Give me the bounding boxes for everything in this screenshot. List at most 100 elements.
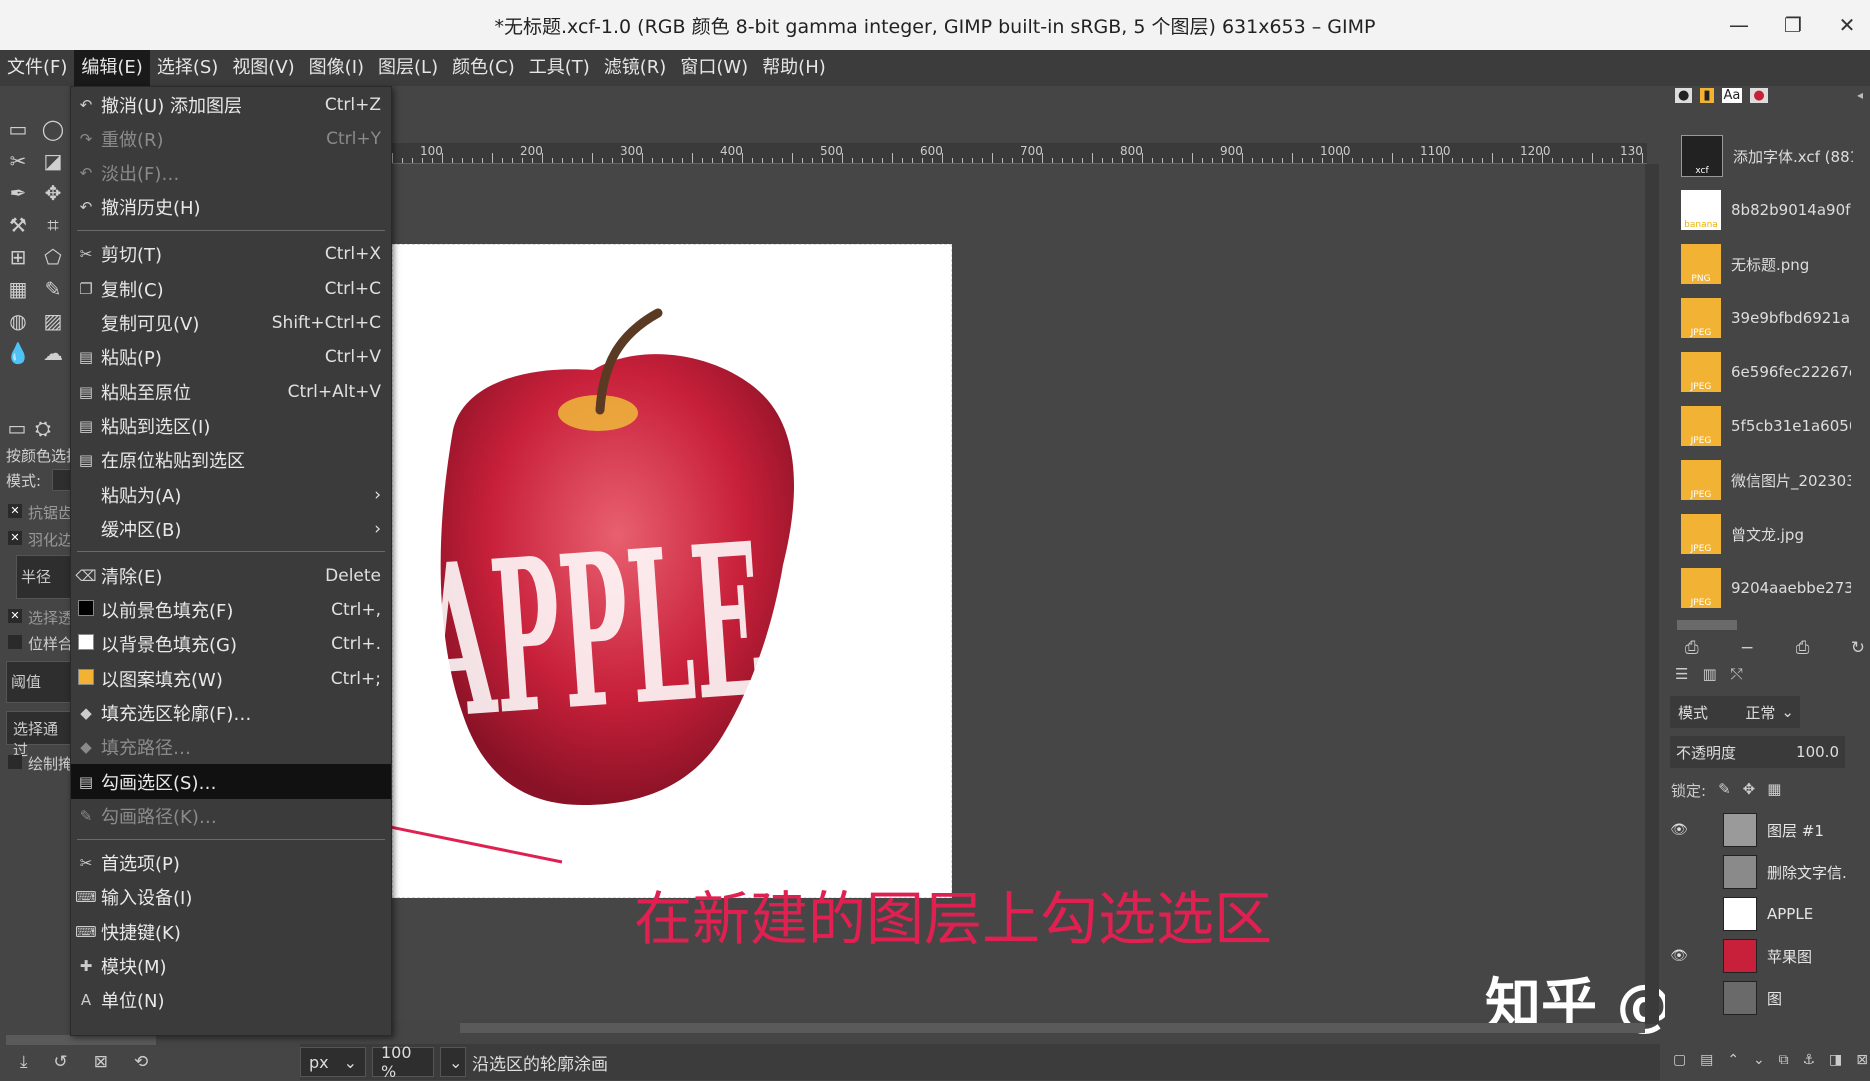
zoom-field[interactable]: 100 %: [372, 1043, 434, 1081]
layer-mode-selector[interactable]: 模式 正常 ⌄: [1670, 696, 1800, 728]
edit-menu-item-label: 以背景色填充(G): [101, 635, 237, 657]
layer-row[interactable]: 图: [1665, 978, 1865, 1018]
edit-menu-item-label: 首选项(P): [101, 854, 180, 876]
image-name: 5f5cb31e1a60506: [1731, 417, 1851, 435]
edit-menu-item[interactable]: ↶ 撤消历史(H): [71, 190, 391, 225]
open-image-icon[interactable]: ⎙: [1685, 638, 1699, 658]
edit-menu-item[interactable]: 以前景色填充(F) Ctrl+,: [71, 593, 391, 628]
edit-menu-item[interactable]: 缓冲区(B) ›: [71, 511, 391, 546]
image-list-item[interactable]: JPEG 6e596fec22267c2: [1665, 346, 1860, 398]
new-group-icon[interactable]: ▤: [1700, 1052, 1713, 1068]
layer-thumbnail: [1723, 981, 1757, 1015]
edit-menu-item[interactable]: ⌨ 快捷键(K): [71, 914, 391, 949]
image-list-item[interactable]: JPEG 5f5cb31e1a60506: [1665, 400, 1860, 452]
duplicate-layer-icon[interactable]: ⧉: [1779, 1052, 1789, 1068]
vertical-scrollbar[interactable]: [1645, 164, 1659, 1024]
edit-menu-item-label: 模块(M): [101, 956, 167, 978]
edit-menu-item[interactable]: ▤ 粘贴到选区(I): [71, 408, 391, 443]
layers-tab-icon[interactable]: ☰: [1675, 665, 1688, 683]
layers-dock: ☰ ▥ ⤲ 模式 正常 ⌄ 不透明度 100.0 锁定: ✎ ✥ ▦ 👁 图层 #…: [1665, 660, 1870, 1080]
layer-row[interactable]: APPLE: [1665, 894, 1865, 934]
edit-menu-item[interactable]: ✂ 剪切(T) Ctrl+X: [71, 237, 391, 272]
edit-menu-item: ↷ 重做(R) Ctrl+Y: [71, 121, 391, 156]
edit-menu-item[interactable]: 以图案填充(W) Ctrl+;: [71, 661, 391, 696]
image-list-item[interactable]: banana 8b82b9014a90f60: [1665, 184, 1860, 236]
remove-image-icon[interactable]: −: [1740, 638, 1754, 658]
edit-menu-item-label: 以图案填充(W): [101, 669, 223, 691]
image-list-item[interactable]: JPEG 微信图片_202303: [1665, 454, 1860, 506]
edit-menu-item-label: 勾画路径(K)…: [101, 806, 217, 828]
annotation-text: 在新建的图层上勾选选区: [634, 885, 1273, 953]
keyboard-icon: ⌨: [75, 922, 97, 941]
image-list-item[interactable]: JPEG 曾文龙.jpg: [1665, 508, 1860, 560]
edit-menu-item[interactable]: ◆ 填充选区轮廓(F)…: [71, 696, 391, 731]
edit-menu-item[interactable]: ↶ 撤消(U) 添加图层 Ctrl+Z: [71, 87, 391, 122]
menu-separator: [77, 838, 385, 840]
edit-menu-item[interactable]: ✂ 首选项(P): [71, 846, 391, 881]
chevron-down-icon: ⌄: [449, 1052, 463, 1072]
edit-menu-item[interactable]: 粘贴为(A) ›: [71, 477, 391, 512]
status-message: 沿选区的轮廓涂画: [472, 1054, 608, 1075]
menu-separator: [77, 551, 385, 553]
anchor-icon[interactable]: ⚓: [1803, 1052, 1816, 1068]
refresh-icon[interactable]: ↻: [1851, 638, 1865, 658]
image-list-item[interactable]: PNG 无标题.png: [1665, 238, 1860, 290]
lock-pixels-icon[interactable]: ✎: [1718, 780, 1731, 801]
font-tab-icon[interactable]: Aa: [1721, 88, 1743, 103]
horizontal-scrollbar[interactable]: [460, 1023, 1645, 1033]
edit-menu-item: ◆ 填充路径…: [71, 730, 391, 765]
edit-menu-item-shortcut: Ctrl+Alt+V: [287, 381, 381, 402]
image-list-item[interactable]: JPEG 39e9bfbd6921aeb: [1665, 292, 1860, 344]
edit-menu-item[interactable]: ▤ 粘贴至原位 Ctrl+Alt+V: [71, 374, 391, 409]
pattern-tab-icon[interactable]: ▮: [1700, 88, 1714, 103]
opacity-label: 不透明度: [1676, 743, 1737, 762]
edit-menu-item[interactable]: ⌨ 输入设备(I): [71, 880, 391, 915]
layer-row[interactable]: 删除文字信.: [1665, 852, 1865, 892]
images-scrollbar[interactable]: [1677, 620, 1737, 630]
unit-selector[interactable]: px ⌄: [300, 1047, 366, 1077]
lower-layer-icon[interactable]: ⌄: [1753, 1052, 1765, 1068]
edit-menu-item-label: 缓冲区(B): [101, 519, 182, 541]
mask-icon[interactable]: ◨: [1829, 1052, 1842, 1068]
layer-thumbnail: [1723, 897, 1757, 931]
edit-menu-item[interactable]: ▤ 粘贴(P) Ctrl+V: [71, 340, 391, 375]
layer-row[interactable]: 👁 图层 #1: [1665, 810, 1865, 850]
print-image-icon[interactable]: ⎙: [1796, 638, 1810, 658]
edit-menu-item-label: 填充选区轮廓(F)…: [101, 704, 252, 726]
layer-name: 苹果图: [1767, 947, 1813, 966]
unit-icon: A: [80, 991, 92, 1010]
edit-menu-item[interactable]: 复制可见(V) Shift+Ctrl+C: [71, 306, 391, 341]
images-tab-icon[interactable]: ●: [1750, 88, 1768, 103]
edit-menu-item-label: 单位(N): [101, 991, 165, 1013]
image-list-item[interactable]: xcf 添加字体.xcf (881: [1665, 130, 1860, 182]
lock-position-icon[interactable]: ✥: [1743, 780, 1756, 801]
edit-menu-item[interactable]: 以背景色填充(G) Ctrl+.: [71, 627, 391, 662]
fill-icon: ◆: [80, 704, 92, 723]
raise-layer-icon[interactable]: ⌃: [1727, 1052, 1739, 1068]
zoom-dropdown[interactable]: ⌄: [440, 1047, 466, 1077]
delete-layer-icon[interactable]: ⊠: [1856, 1052, 1868, 1068]
edit-menu-item[interactable]: A 单位(N): [71, 983, 391, 1018]
eye-icon[interactable]: 👁: [1665, 948, 1693, 964]
dock-menu-icon[interactable]: ◂: [1857, 88, 1863, 102]
edit-menu-item-label: 填充路径…: [101, 738, 191, 760]
image-list-item[interactable]: JPEG 9204aaebbe273ae: [1665, 562, 1860, 614]
edit-menu-item[interactable]: ⌫ 清除(E) Delete: [71, 558, 391, 593]
lock-alpha-icon[interactable]: ▦: [1767, 780, 1781, 801]
unit-value: px: [309, 1052, 329, 1072]
edit-menu-item-shortcut: Ctrl+Y: [326, 128, 381, 149]
layer-name: APPLE: [1767, 905, 1814, 923]
layers-actions: ▢ ▤ ⌃ ⌄ ⧉ ⚓ ◨ ⊠: [1673, 1052, 1868, 1068]
layer-row[interactable]: 👁 苹果图: [1665, 936, 1865, 976]
layer-name: 图: [1767, 989, 1783, 1008]
opacity-field[interactable]: 不透明度 100.0: [1670, 736, 1845, 768]
edit-menu-item[interactable]: ▤ 在原位粘贴到选区: [71, 443, 391, 478]
edit-menu-item[interactable]: ▤ 勾画选区(S)…: [71, 764, 391, 800]
paths-tab-icon[interactable]: ⤲: [1731, 665, 1743, 683]
channels-tab-icon[interactable]: ▥: [1702, 665, 1716, 683]
brush-tab-icon[interactable]: ●: [1675, 88, 1693, 103]
edit-menu-item[interactable]: ✚ 模块(M): [71, 948, 391, 983]
new-layer-icon[interactable]: ▢: [1673, 1052, 1686, 1068]
eye-icon[interactable]: 👁: [1665, 822, 1693, 838]
edit-menu-item[interactable]: ❐ 复制(C) Ctrl+C: [71, 271, 391, 306]
